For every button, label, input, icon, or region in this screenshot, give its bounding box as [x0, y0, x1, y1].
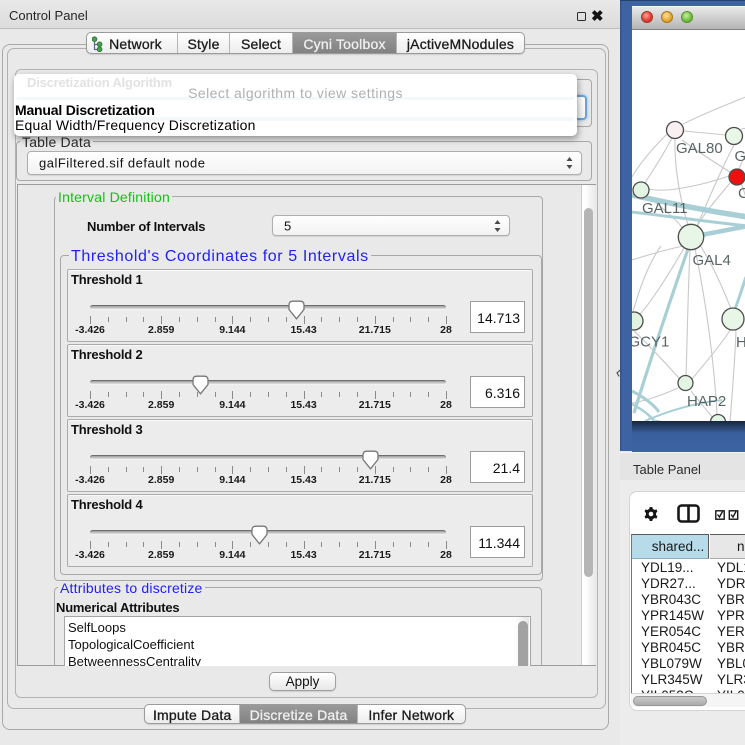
svg-text:GA: GA: [735, 148, 745, 165]
svg-text:GAL11: GAL11: [642, 200, 688, 217]
svg-text:HAP2: HAP2: [687, 393, 726, 410]
svg-text:GAL4: GAL4: [693, 252, 731, 269]
svg-text:GCY1: GCY1: [632, 334, 669, 351]
svg-text:C: C: [738, 185, 745, 202]
svg-text:H: H: [736, 334, 745, 351]
svg-text:GAL80: GAL80: [676, 140, 723, 157]
